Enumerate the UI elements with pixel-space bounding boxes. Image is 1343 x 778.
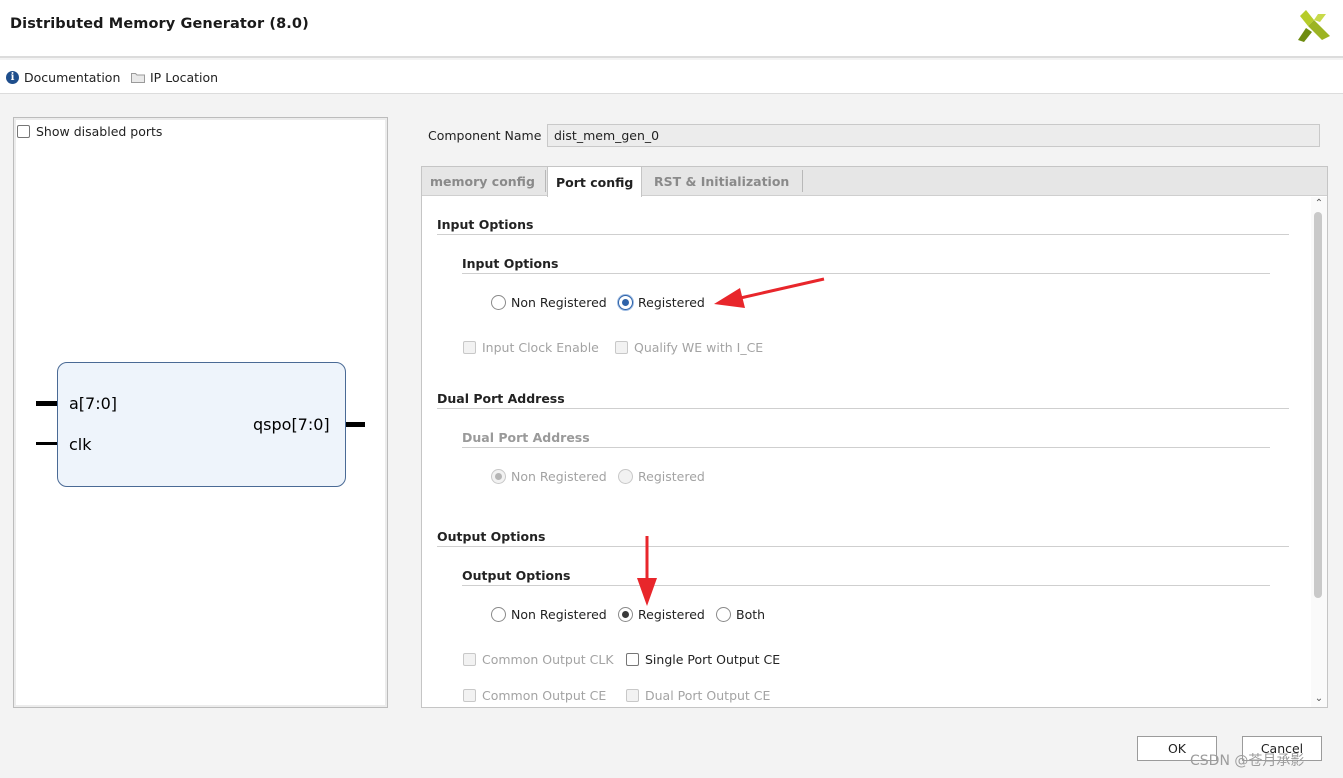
divider bbox=[462, 447, 1270, 448]
tab-rst-initialization[interactable]: RST & Initialization bbox=[646, 167, 797, 196]
checkbox-label: Qualify WE with I_CE bbox=[634, 340, 764, 355]
qualify-we-checkbox[interactable]: Qualify WE with I_CE bbox=[615, 340, 763, 355]
port-qspo-label: qspo[7:0] bbox=[253, 415, 330, 434]
radio-circle[interactable] bbox=[716, 607, 731, 622]
pin-qspo bbox=[345, 422, 365, 427]
info-icon: i bbox=[6, 70, 19, 84]
pin-a bbox=[36, 401, 58, 406]
radio-circle-selected[interactable] bbox=[491, 469, 506, 484]
radio-label: Non Registered bbox=[511, 469, 607, 484]
tab-memory-config[interactable]: memory config bbox=[422, 167, 543, 196]
input-options-group-title: Input Options bbox=[462, 256, 559, 271]
tab-separator bbox=[802, 170, 803, 192]
checkbox-box[interactable] bbox=[615, 341, 628, 354]
input-options-section-title: Input Options bbox=[437, 217, 534, 232]
checkbox-box[interactable] bbox=[626, 653, 639, 666]
radio-circle[interactable] bbox=[491, 607, 506, 622]
checkbox-label: Single Port Output CE bbox=[645, 652, 781, 667]
checkbox-label: Common Output CLK bbox=[482, 652, 614, 667]
folder-icon bbox=[131, 72, 145, 83]
divider bbox=[437, 408, 1289, 409]
watermark-text: CSDN @苍月承影 bbox=[1190, 753, 1305, 769]
radio-label: Registered bbox=[638, 469, 705, 484]
common-output-ce-checkbox[interactable]: Common Output CE bbox=[463, 688, 606, 703]
radio-label: Non Registered bbox=[511, 295, 607, 310]
input-non-registered-radio[interactable]: Non Registered bbox=[491, 295, 617, 310]
tab-port-config[interactable]: Port config bbox=[547, 167, 643, 197]
annotation-arrow-icon bbox=[637, 536, 657, 606]
divider bbox=[462, 273, 1270, 274]
ip-location-label: IP Location bbox=[150, 69, 219, 85]
window-title: Distributed Memory Generator (8.0) bbox=[10, 16, 309, 32]
checkbox-box[interactable] bbox=[17, 125, 30, 138]
scroll-up-icon[interactable]: ⌃ bbox=[1313, 199, 1325, 209]
radio-label: Both bbox=[736, 607, 766, 622]
dual-port-output-ce-checkbox[interactable]: Dual Port Output CE bbox=[626, 688, 770, 703]
divider bbox=[462, 585, 1270, 586]
documentation-label: Documentation bbox=[24, 69, 121, 85]
scrollbar-thumb[interactable] bbox=[1314, 212, 1322, 598]
pin-clk bbox=[36, 442, 58, 445]
scroll-down-icon[interactable]: ⌄ bbox=[1313, 694, 1325, 704]
output-both-radio[interactable]: Both bbox=[716, 607, 775, 622]
ip-location-link[interactable]: IP Location bbox=[131, 68, 218, 86]
xilinx-logo-icon bbox=[1298, 10, 1330, 42]
show-disabled-ports-checkbox[interactable]: Show disabled ports bbox=[17, 124, 162, 139]
checkbox-box[interactable] bbox=[463, 341, 476, 354]
radio-circle-selected[interactable] bbox=[618, 295, 633, 310]
radio-label: Non Registered bbox=[511, 607, 607, 622]
tab-separator bbox=[545, 170, 546, 192]
radio-circle[interactable] bbox=[491, 295, 506, 310]
radio-circle[interactable] bbox=[618, 469, 633, 484]
checkbox-label: Input Clock Enable bbox=[482, 340, 599, 355]
checkbox-box[interactable] bbox=[626, 689, 639, 702]
port-clk-label: clk bbox=[69, 435, 92, 454]
output-non-registered-radio[interactable]: Non Registered bbox=[491, 607, 617, 622]
dual-port-address-group-title: Dual Port Address bbox=[462, 430, 590, 445]
single-port-output-ce-checkbox[interactable]: Single Port Output CE bbox=[626, 652, 780, 667]
divider bbox=[437, 546, 1289, 547]
dual-port-address-section-title: Dual Port Address bbox=[437, 391, 565, 406]
checkbox-box[interactable] bbox=[463, 689, 476, 702]
output-options-group-title: Output Options bbox=[462, 568, 571, 583]
documentation-link[interactable]: i Documentation bbox=[6, 68, 120, 86]
checkbox-label: Common Output CE bbox=[482, 688, 607, 703]
port-a-label: a[7:0] bbox=[69, 394, 118, 413]
output-options-section-title: Output Options bbox=[437, 529, 546, 544]
checkbox-label: Dual Port Output CE bbox=[645, 688, 771, 703]
input-clock-enable-checkbox[interactable]: Input Clock Enable bbox=[463, 340, 599, 355]
radio-label: Registered bbox=[638, 295, 705, 310]
dual-non-registered-radio[interactable]: Non Registered bbox=[491, 469, 617, 484]
component-name-label: Component Name bbox=[428, 128, 542, 143]
common-output-clk-checkbox[interactable]: Common Output CLK bbox=[463, 652, 614, 667]
show-disabled-ports-label: Show disabled ports bbox=[36, 124, 163, 139]
dual-registered-radio[interactable]: Registered bbox=[618, 469, 715, 484]
component-name-field[interactable]: dist_mem_gen_0 bbox=[547, 124, 1320, 147]
divider bbox=[437, 234, 1289, 235]
annotation-arrow-icon bbox=[714, 277, 825, 308]
checkbox-box[interactable] bbox=[463, 653, 476, 666]
